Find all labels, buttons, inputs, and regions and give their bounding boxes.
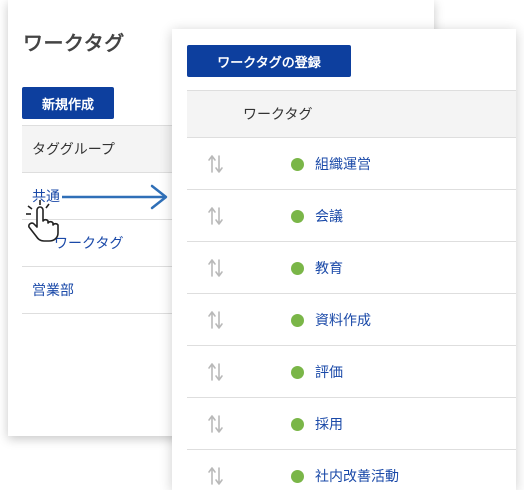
sort-handle-icon[interactable]: [207, 310, 225, 330]
worktag-name[interactable]: 採用: [315, 414, 343, 434]
worktag-column-label: ワークタグ: [243, 107, 313, 123]
worktag-name[interactable]: 社内改善活動: [315, 466, 399, 486]
worktag-row[interactable]: 評価: [187, 346, 516, 398]
group-item-label: 営業部: [32, 283, 74, 299]
hand-pointer-icon: [26, 200, 59, 242]
worktag-row[interactable]: 社内改善活動: [187, 450, 516, 490]
worktag-name[interactable]: 組織運営: [315, 154, 371, 174]
tag-color-dot: [291, 158, 304, 171]
group-column-header: タググループ: [22, 125, 192, 173]
tag-color-dot: [291, 470, 304, 483]
sort-handle-icon[interactable]: [207, 414, 225, 434]
group-item-label: ワークタグ: [54, 236, 124, 252]
worktag-row[interactable]: 資料作成: [187, 294, 516, 346]
tag-color-dot: [291, 262, 304, 275]
worktag-row[interactable]: 採用: [187, 398, 516, 450]
sort-handle-icon[interactable]: [207, 466, 225, 486]
sort-handle-icon[interactable]: [207, 362, 225, 382]
worktag-name[interactable]: 資料作成: [315, 310, 371, 330]
worktag-name[interactable]: 会議: [315, 206, 343, 226]
sort-handle-icon[interactable]: [207, 258, 225, 278]
arrow-right-icon: [62, 184, 168, 210]
tag-color-dot: [291, 314, 304, 327]
register-worktag-button[interactable]: ワークタグの登録: [187, 45, 351, 77]
tag-color-dot: [291, 210, 304, 223]
worktag-panel: ワークタグの登録 ワークタグ 組織運営会議教育資料作成評価採用社内改善活動: [172, 29, 516, 490]
worktag-row[interactable]: 教育: [187, 242, 516, 294]
worktag-row[interactable]: 会議: [187, 190, 516, 242]
new-button[interactable]: 新規作成: [22, 87, 114, 119]
sort-handle-icon[interactable]: [207, 206, 225, 226]
tag-color-dot: [291, 366, 304, 379]
page-title: ワークタグ: [23, 31, 125, 55]
tag-color-dot: [291, 418, 304, 431]
worktag-row[interactable]: 組織運営: [187, 138, 516, 190]
worktag-name[interactable]: 教育: [315, 258, 343, 278]
sort-handle-icon[interactable]: [207, 154, 225, 174]
worktag-table-header: ワークタグ: [187, 90, 516, 138]
worktag-name[interactable]: 評価: [315, 362, 343, 382]
group-item-sales[interactable]: 営業部: [22, 267, 192, 314]
